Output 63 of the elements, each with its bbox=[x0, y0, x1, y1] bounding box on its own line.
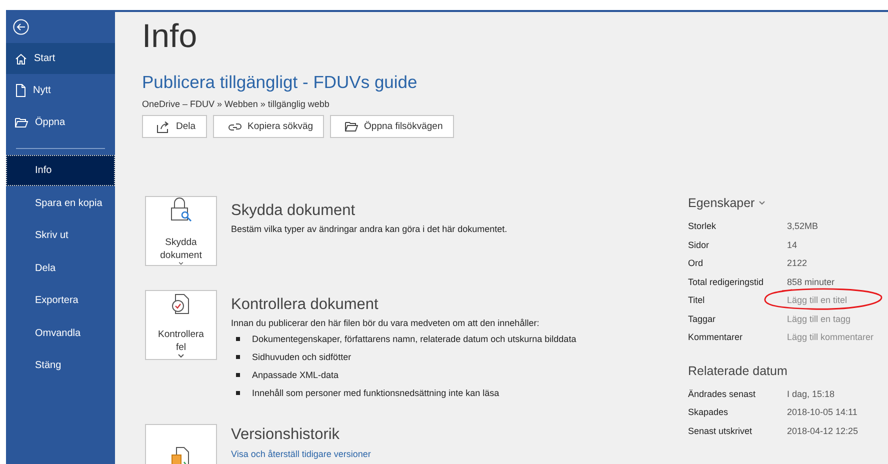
section-heading: Relaterade datum bbox=[688, 364, 788, 378]
document-path: OneDrive – FDUV » Webben » tillgänglig webb bbox=[142, 99, 330, 109]
bullet-text: Innehåll som personer med funktionsnedsättning inte kan läsa bbox=[252, 387, 500, 400]
sidebar-item[interactable]: Dela bbox=[6, 252, 115, 284]
section-description: Bestäm vilka typer av ändringar andra kan göra i det här dokumentet. bbox=[231, 224, 508, 234]
bullet-icon bbox=[236, 391, 240, 395]
sidebar-item[interactable]: Info bbox=[6, 155, 115, 186]
sidebar-item[interactable]: Exportera bbox=[6, 285, 115, 316]
home-icon bbox=[15, 52, 27, 64]
property-label: Taggar bbox=[688, 314, 717, 324]
chevron-icon bbox=[178, 262, 184, 265]
property-label: Ord bbox=[688, 258, 704, 268]
card-button[interactable]: Skydda dokument bbox=[145, 196, 217, 266]
property-label: Storlek bbox=[688, 221, 718, 232]
folder-icon bbox=[15, 117, 28, 128]
bullet-text: Anpassade XML-data bbox=[252, 369, 339, 382]
document-title: Publicera tillgängligt - FDUVs guide bbox=[142, 72, 418, 93]
bullet-icon bbox=[236, 355, 240, 359]
sidebar-item[interactable]: Skriv ut bbox=[6, 220, 115, 251]
card-button[interactable]: Kontrollera fel bbox=[145, 290, 217, 360]
sidebar-item[interactable]: Omvandla bbox=[6, 318, 115, 348]
section-heading: Egenskaper bbox=[688, 196, 755, 210]
section-heading: Kontrollera dokument bbox=[231, 296, 380, 314]
page-title: Info bbox=[142, 16, 198, 56]
bullet-text: Sidhuvuden och sidfötter bbox=[252, 351, 352, 364]
property-label: Skapades bbox=[688, 407, 730, 418]
document-check-icon bbox=[171, 292, 191, 314]
chevron-icon bbox=[178, 354, 184, 358]
bullet-icon bbox=[236, 373, 240, 377]
property-value: 2018-10-05 14:11 bbox=[787, 407, 858, 418]
sidebar-item[interactable]: Spara en kopia bbox=[6, 188, 115, 218]
sidebar-item[interactable]: Stäng bbox=[6, 350, 115, 381]
section-heading: Skydda dokument bbox=[231, 202, 356, 220]
property-label: Total redigeringstid bbox=[688, 276, 765, 287]
link-icon bbox=[228, 122, 242, 132]
property-label: Sidor bbox=[688, 240, 710, 250]
property-label: Titel bbox=[688, 295, 706, 306]
property-value: 14 bbox=[787, 240, 798, 250]
back-icon[interactable] bbox=[13, 19, 29, 35]
lock-key-icon bbox=[170, 197, 192, 223]
property-label: Kommentarer bbox=[688, 332, 744, 342]
property-value: 3,52MB bbox=[787, 221, 818, 232]
bullet-text: Dokumentegenskaper, författarens namn, relaterade datum och utskurna bilddata bbox=[252, 333, 576, 346]
property-label: Senast utskrivet bbox=[688, 426, 754, 436]
action-button[interactable]: Öppna filsökvägen bbox=[330, 115, 454, 138]
share-icon bbox=[157, 120, 170, 132]
link[interactable]: Visa och återställ tidigare versioner bbox=[231, 449, 371, 460]
sidebar-item[interactable]: Öppna bbox=[6, 107, 115, 138]
sidebar-item[interactable]: Nytt bbox=[6, 75, 115, 106]
property-value: 858 minuter bbox=[787, 276, 835, 287]
section-heading: Versionshistorik bbox=[231, 426, 341, 444]
action-button[interactable]: Dela bbox=[142, 115, 207, 138]
section-description: Innan du publicerar den här filen bör du vara medveten om att den innehåller: bbox=[231, 318, 540, 328]
chevron-icon bbox=[758, 201, 765, 205]
bullet-icon bbox=[236, 337, 240, 341]
property-value: I dag, 15:18 bbox=[787, 388, 835, 399]
property-label: Ändrades senast bbox=[688, 388, 757, 399]
sidebar-item[interactable]: Start bbox=[6, 43, 115, 74]
action-button[interactable]: Kopiera sökväg bbox=[212, 115, 324, 138]
property-value: 2122 bbox=[787, 258, 808, 268]
property-value: 2018-04-12 12:25 bbox=[787, 426, 858, 436]
folder-icon bbox=[345, 121, 358, 132]
page-icon bbox=[15, 84, 26, 97]
